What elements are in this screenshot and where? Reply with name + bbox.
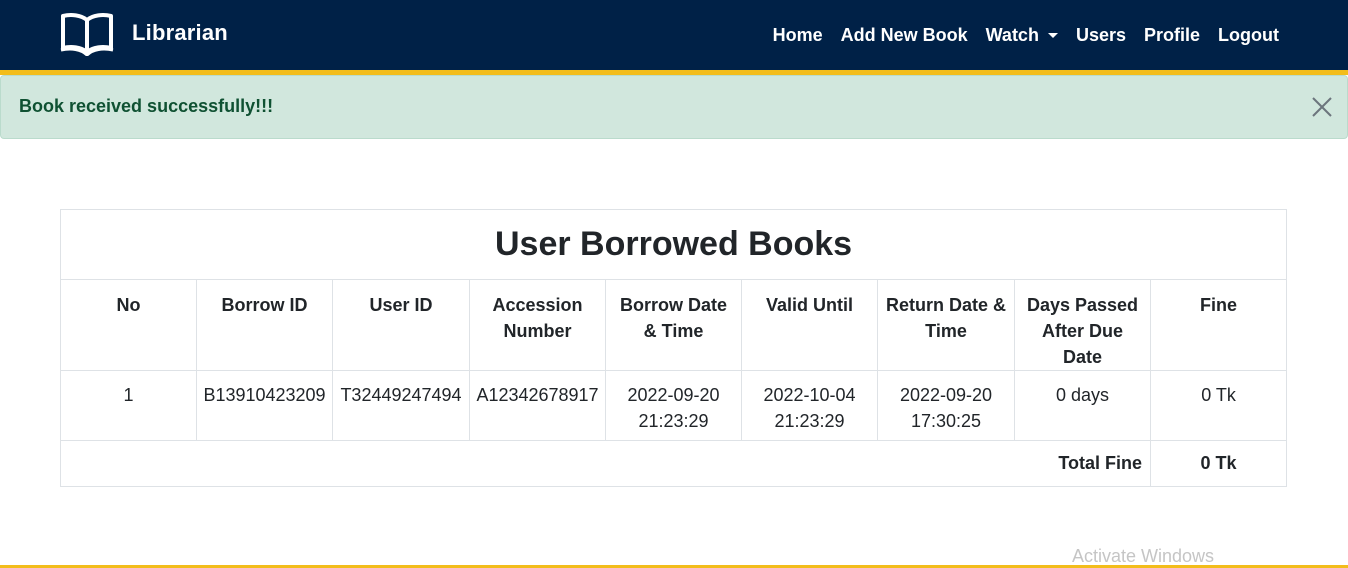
header-borrow-datetime: Borrow Date & Time xyxy=(605,279,742,371)
brand-name: Librarian xyxy=(132,20,228,45)
brand-link[interactable]: Librarian xyxy=(59,10,228,56)
cell-fine: 0 Tk xyxy=(1149,370,1288,441)
header-borrow-id: Borrow ID xyxy=(196,279,333,371)
caret-down-icon xyxy=(1047,32,1058,38)
nav-users-link[interactable]: Users xyxy=(1076,25,1126,46)
borrowed-books-section: User Borrowed Books No Borrow ID User ID… xyxy=(59,209,1288,487)
nav-watch-label: Watch xyxy=(985,24,1039,45)
header-days-passed: Days Passed After Due Date xyxy=(1014,279,1151,371)
cell-borrow-id: B13910423209 xyxy=(196,370,333,441)
cell-valid-until: 2022-10-04 21:23:29 xyxy=(741,370,878,441)
total-fine-label: Total Fine xyxy=(60,440,1151,487)
alert-message: Book received successfully!!! xyxy=(19,96,274,116)
borrowed-books-table: User Borrowed Books No Borrow ID User ID… xyxy=(59,209,1288,487)
cell-accession-number: A12342678917 xyxy=(469,370,606,441)
total-row: Total Fine 0 Tk xyxy=(60,440,1288,487)
table-header-row: No Borrow ID User ID Accession Number Bo… xyxy=(60,279,1288,371)
cell-user-id: T32449247494 xyxy=(332,370,470,441)
header-user-id: User ID xyxy=(332,279,470,371)
total-fine-value: 0 Tk xyxy=(1149,440,1288,487)
activate-windows-watermark: Activate Windows xyxy=(1072,546,1215,566)
nav-menu: Home Add New Book Watch Users Profile Lo… xyxy=(755,0,1279,70)
nav-profile-link[interactable]: Profile xyxy=(1144,25,1200,46)
header-fine: Fine xyxy=(1149,279,1288,371)
success-alert: Book received successfully!!! xyxy=(0,75,1348,139)
table-title: User Borrowed Books xyxy=(59,209,1288,280)
header-return-datetime: Return Date & Time xyxy=(877,279,1015,371)
cell-return-datetime: 2022-09-20 17:30:25 xyxy=(877,370,1015,441)
header-no: No xyxy=(60,279,197,371)
table-row: 1 B13910423209 T32449247494 A12342678917… xyxy=(60,370,1288,441)
cell-no: 1 xyxy=(60,370,197,441)
nav-logout-link[interactable]: Logout xyxy=(1218,25,1279,46)
header-accession-number: Accession Number xyxy=(469,279,606,371)
nav-watch-dropdown[interactable]: Watch xyxy=(986,25,1058,46)
open-book-icon xyxy=(60,13,114,56)
cell-days-passed: 0 days xyxy=(1014,370,1151,441)
top-navbar: Librarian Home Add New Book Watch Users … xyxy=(0,0,1348,75)
header-valid-until: Valid Until xyxy=(741,279,878,371)
close-icon[interactable] xyxy=(1310,95,1334,119)
cell-borrow-datetime: 2022-09-20 21:23:29 xyxy=(605,370,742,441)
nav-home-link[interactable]: Home xyxy=(773,25,823,46)
nav-add-new-book-link[interactable]: Add New Book xyxy=(841,25,968,46)
